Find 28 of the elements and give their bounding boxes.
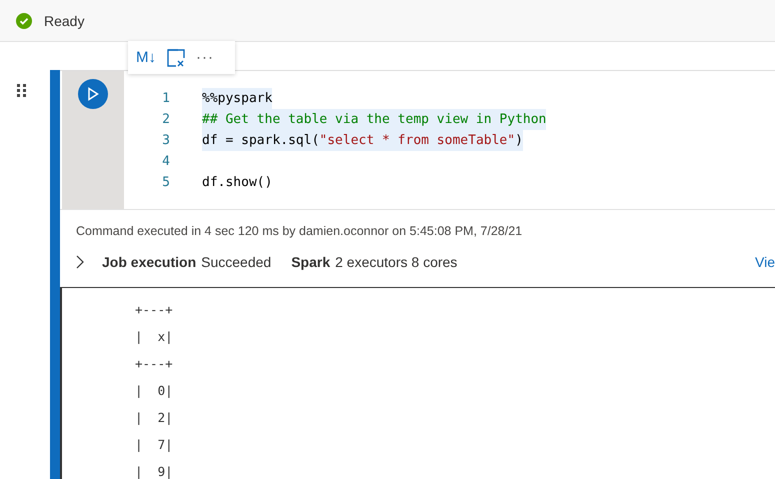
chevron-right-icon[interactable] [76,255,84,269]
line-number: 5 [161,175,170,190]
run-button[interactable] [78,79,108,109]
output-line: | 7| [135,437,174,454]
spark-detail: 2 executors 8 cores [335,254,458,270]
clear-output-button[interactable] [166,48,186,68]
play-icon [87,87,99,101]
output-line: | 2| [135,410,174,427]
line-number: 2 [161,112,170,127]
markdown-button[interactable]: M↓ [136,49,156,66]
output-line: | 9| [135,464,174,479]
line-number: 3 [161,133,170,148]
execution-info: Command executed in 4 sec 120 ms by damien.oconnor on 5:45:08 PM, 7/28/21 [75,223,524,238]
output-line: | x| [135,329,174,346]
output-line: +---+ [135,302,174,319]
drag-handle-icon[interactable] [16,84,26,97]
view-link[interactable]: Vie [755,254,775,270]
output-line: | 0| [135,383,174,400]
status-text: Ready [44,12,84,28]
line-number: 4 [161,154,170,169]
check-icon [16,12,32,28]
spark-label: Spark [291,254,330,270]
output-line: +---+ [135,356,174,373]
code-editor[interactable]: 1 %%pyspark 2 ## Get the table via the temp view in Python 3 df = spark.sql("select * from someTable") 4 5 df.show() [60,70,775,210]
more-button[interactable]: ··· [196,49,214,66]
line-number: 1 [161,91,170,106]
job-label: Job execution [102,254,196,270]
job-status: Succeeded [201,254,272,270]
